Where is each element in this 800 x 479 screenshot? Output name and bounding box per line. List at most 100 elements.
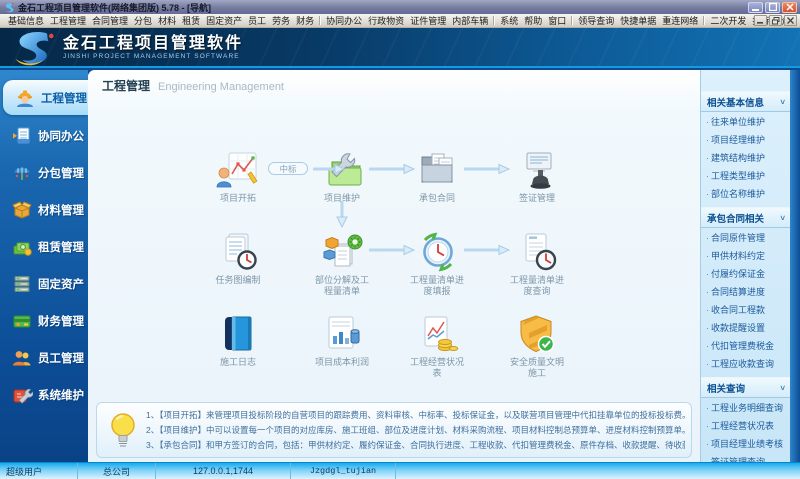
- menu-item[interactable]: 租赁: [179, 14, 203, 27]
- menu-item[interactable]: 快捷单据: [617, 14, 659, 27]
- menu-item[interactable]: 员工: [245, 14, 269, 27]
- rightbar-link[interactable]: · 工程应收款查询: [701, 354, 790, 372]
- rightbar-link[interactable]: · 收合同工程款: [701, 300, 790, 318]
- menu-item[interactable]: 帮助: [521, 14, 545, 27]
- flow-item-label: 项目成本利润: [314, 357, 369, 367]
- menu-item[interactable]: 二次开发: [707, 14, 749, 27]
- safety-shield-icon: [489, 312, 585, 354]
- mdi-window-controls: [754, 15, 797, 26]
- page-title: 工程管理: [102, 79, 151, 93]
- rightbar-link[interactable]: · 项目经理维护: [701, 130, 790, 148]
- rightbar-link[interactable]: · 部位名称维护: [701, 184, 790, 202]
- menu-item[interactable]: 领导查询: [575, 14, 617, 27]
- chevron-down-icon: ˅: [780, 213, 785, 223]
- menu-item[interactable]: 工程管理: [47, 14, 89, 27]
- mdi-close-button[interactable]: [784, 15, 797, 26]
- menu-item[interactable]: 固定资产: [203, 14, 245, 27]
- flow-item-progress-fill[interactable]: 工程量清单进度填报: [389, 230, 485, 297]
- brand-name-cn: 金石工程项目管理软件: [63, 35, 244, 52]
- menu-group: 协同办公 行政物资 证件管理 内部车辆: [323, 14, 491, 27]
- rightbar-link-label: 收款提醒设置: [711, 323, 766, 333]
- flow-item-project-maintain[interactable]: 项目维护: [294, 148, 390, 204]
- sidebar-item-label: 系统维护: [38, 389, 84, 402]
- menu-item[interactable]: 劳务: [269, 14, 293, 27]
- sidebar-item-employee[interactable]: 员工管理: [0, 339, 88, 376]
- rightbar-link-label: 工程类型维护: [711, 171, 766, 181]
- tips-panel: 1、【项目开拓】来管理项目投标阶段的自营项目的跟踪费用、资料审核、中标率、投标保…: [96, 402, 692, 458]
- menu-item[interactable]: 合同管理: [89, 14, 131, 27]
- rightbar-link-label: 建筑结构维护: [711, 153, 766, 163]
- rightbar-link-label: 部位名称维护: [711, 189, 766, 199]
- menu-group: 系统 帮助 窗口: [497, 14, 569, 27]
- rightbar-link-label: 项目经理维护: [711, 135, 766, 145]
- sidebar-item-system-maintain[interactable]: 系统维护: [0, 376, 88, 413]
- menu-item[interactable]: 协同办公: [323, 14, 365, 27]
- flow-item-project-pioneer[interactable]: 项目开拓: [190, 148, 286, 204]
- rightbar-link[interactable]: · 往来单位维护: [701, 112, 790, 130]
- rightbar-link[interactable]: · 甲供材料约定: [701, 246, 790, 264]
- sidebar-item-finance[interactable]: 财务管理: [0, 302, 88, 339]
- sidebar-item-subcontract[interactable]: 分包管理: [0, 154, 88, 191]
- menu-item[interactable]: 基础信息: [5, 14, 47, 27]
- rightbar-link[interactable]: · 工程业务明细查询: [701, 398, 790, 416]
- rightbar-link[interactable]: · 付履约保证金: [701, 264, 790, 282]
- rightbar-section-items: · 合同原件管理 · 甲供材料约定 · 付履约保证金 · 合同结算进度 · 收合同工程款 · 收款提醒…: [701, 228, 790, 372]
- flow-item-label: 签证管理: [518, 193, 555, 203]
- sidebar-item-label: 固定资产: [38, 278, 84, 291]
- sidebar-item-fixed-assets[interactable]: 固定资产: [0, 265, 88, 302]
- rightbar-link[interactable]: · 代扣管理费税金: [701, 336, 790, 354]
- menu-item[interactable]: 材料: [155, 14, 179, 27]
- mdi-minimize-button[interactable]: [754, 15, 767, 26]
- rightbar-link-label: 代扣管理费税金: [711, 341, 775, 351]
- menu-item[interactable]: 系统: [497, 14, 521, 27]
- status-form-id: Jzgdgl_tujian: [291, 463, 396, 479]
- log-book-icon: [190, 312, 286, 354]
- flow-item-progress-query[interactable]: 工程量清单进度查询: [489, 230, 585, 297]
- flow-item-operation-status[interactable]: 工程经营状况表: [389, 312, 485, 379]
- rightbar-section-contract[interactable]: 承包合同相关 ˅: [701, 207, 790, 228]
- menu-item[interactable]: 财务: [293, 14, 317, 27]
- sidebar-item-coop-office[interactable]: 协同办公: [0, 117, 88, 154]
- window-title: 金石工程项目管理软件(网络集团版) 5.78 - [导航]: [18, 2, 212, 13]
- rightbar-link[interactable]: · 合同原件管理: [701, 228, 790, 246]
- rightbar-link[interactable]: · 合同结算进度: [701, 282, 790, 300]
- rightbar-link[interactable]: · 工程经营状况表: [701, 416, 790, 434]
- flow-item-safety-quality[interactable]: 安全质量文明施工: [489, 312, 585, 379]
- flow-item-bom-breakdown[interactable]: 部位分解及工程量清单: [294, 230, 390, 297]
- bullet-icon: ·: [706, 251, 709, 261]
- sidebar-item-engineering[interactable]: 工程管理: [3, 80, 88, 115]
- rightbar-link[interactable]: · 工程类型维护: [701, 166, 790, 184]
- menu-separator: [493, 16, 496, 25]
- chevron-down-icon: ˅: [780, 97, 785, 107]
- rightbar-section-query[interactable]: 相关查询 ˅: [701, 377, 790, 398]
- menu-item[interactable]: 窗口: [545, 14, 569, 27]
- rightbar-link[interactable]: · 建筑结构维护: [701, 148, 790, 166]
- flow-item-visa-manage[interactable]: 签证管理: [489, 148, 585, 204]
- menu-item[interactable]: 分包: [131, 14, 155, 27]
- flow-item-task-chart[interactable]: 任务图编制: [190, 230, 286, 286]
- bullet-icon: ·: [706, 305, 709, 315]
- bullet-icon: ·: [706, 117, 709, 127]
- menu-item[interactable]: 证件管理: [407, 14, 449, 27]
- fixed-asset-icon: [11, 274, 33, 294]
- menu-item[interactable]: 重连网络: [659, 14, 701, 27]
- menu-item[interactable]: 行政物资: [365, 14, 407, 27]
- flow-item-label: 安全质量文明施工: [509, 357, 564, 378]
- status-spacer: [396, 463, 800, 479]
- mdi-restore-button[interactable]: [769, 15, 782, 26]
- flow-item-cost-profit[interactable]: 项目成本利润: [294, 312, 390, 368]
- rightbar-link[interactable]: · 签证管理查询: [701, 452, 790, 462]
- sidebar-item-material[interactable]: 材料管理: [0, 191, 88, 228]
- main-content: 工程管理 Engineering Management 项目开拓 项目维护 承包…: [88, 70, 700, 462]
- rightbar-link[interactable]: · 收款提醒设置: [701, 318, 790, 336]
- minimize-button[interactable]: [748, 1, 763, 13]
- rightbar-section-basic-info[interactable]: 相关基本信息 ˅: [701, 91, 790, 112]
- brand-banner: 金石工程项目管理软件 JINSHI PROJECT MANAGEMENT SOF…: [0, 28, 800, 68]
- flow-item-construction-log[interactable]: 施工日志: [190, 312, 286, 368]
- menu-item[interactable]: 内部车辆: [449, 14, 491, 27]
- maximize-button[interactable]: [765, 1, 780, 13]
- sidebar-item-lease[interactable]: 租赁管理: [0, 228, 88, 265]
- flow-item-contract[interactable]: 承包合同: [389, 148, 485, 204]
- rightbar-link[interactable]: · 项目经理业绩考核: [701, 434, 790, 452]
- close-button[interactable]: [782, 1, 797, 13]
